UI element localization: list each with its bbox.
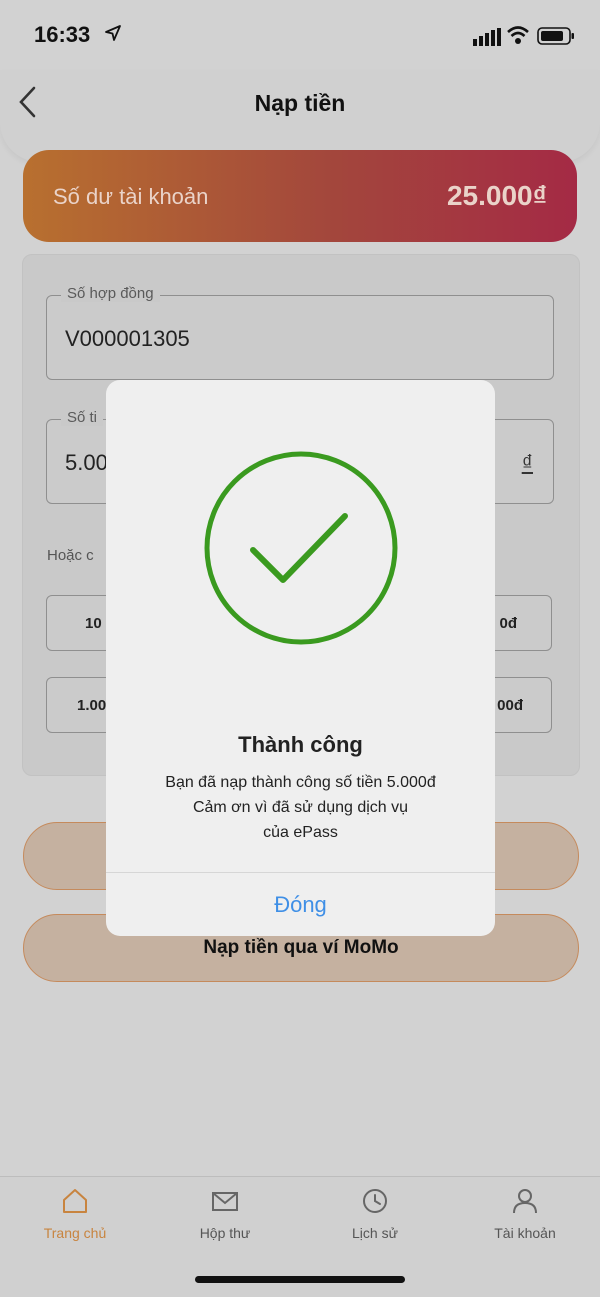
- dialog-title: Thành công: [238, 732, 363, 757]
- preset-chip-label: 1.00: [77, 696, 107, 714]
- clock-icon: [363, 1189, 387, 1213]
- user-icon: [513, 1189, 537, 1214]
- dialog-message-line: Cảm ơn vì đã sử dụng dịch vụ: [192, 799, 409, 816]
- balance-label: Số dư tài khoản: [53, 184, 209, 209]
- tab-inbox-label: Hộp thư: [199, 1225, 251, 1241]
- preset-chip-label: 10: [85, 614, 102, 632]
- close-button[interactable]: Đóng: [106, 873, 495, 936]
- battery-icon: [537, 27, 574, 45]
- preset-hint: Hoặc c: [47, 547, 94, 564]
- contract-number-value: V000001305: [65, 326, 190, 351]
- cellular-signal-icon: [473, 28, 501, 46]
- wifi-icon: [507, 26, 529, 44]
- contract-number-field[interactable]: Số hợp đồng V000001305: [46, 285, 554, 380]
- amount-label: Số ti: [61, 409, 104, 426]
- success-check-icon: [204, 451, 398, 645]
- momo-topup-label: Nạp tiền qua ví MoMo: [203, 937, 399, 958]
- location-arrow-icon: [105, 25, 121, 41]
- status-time: 16:33: [34, 22, 91, 47]
- page-title: Nạp tiền: [254, 90, 346, 116]
- tab-account-label: Tài khoản: [494, 1225, 556, 1241]
- balance-value: 25.000₫: [446, 180, 547, 211]
- home-icon: [63, 1189, 87, 1213]
- preset-chip-label: 0đ: [499, 614, 517, 632]
- app-header: Nạp tiền: [0, 70, 600, 162]
- contract-number-label: Số hợp đồng: [61, 285, 160, 302]
- tab-account[interactable]: Tài khoản: [465, 1187, 585, 1257]
- success-dialog: Thành công Bạn đã nạp thành công số tiền…: [106, 380, 495, 936]
- mail-icon: [212, 1192, 238, 1211]
- tab-home[interactable]: Trang chủ: [15, 1187, 135, 1257]
- preset-chip-label: 00đ: [497, 696, 523, 714]
- dialog-message-line: Bạn đã nạp thành công số tiền 5.000đ: [165, 774, 436, 791]
- amount-value: 5.00: [65, 450, 108, 475]
- tab-inbox[interactable]: Hộp thư: [165, 1187, 285, 1257]
- tab-home-label: Trang chủ: [43, 1225, 107, 1241]
- tab-history-label: Lịch sử: [352, 1225, 398, 1241]
- status-bar: 16:33: [0, 0, 600, 70]
- balance-card: Số dư tài khoản 25.000₫: [23, 150, 577, 242]
- dialog-message-line: của ePass: [263, 824, 338, 841]
- currency-symbol: ₫: [521, 450, 533, 475]
- tab-history[interactable]: Lịch sử: [315, 1187, 435, 1257]
- home-indicator: [195, 1276, 405, 1283]
- dialog-message: Bạn đã nạp thành công số tiền 5.000đ Cảm…: [106, 770, 495, 845]
